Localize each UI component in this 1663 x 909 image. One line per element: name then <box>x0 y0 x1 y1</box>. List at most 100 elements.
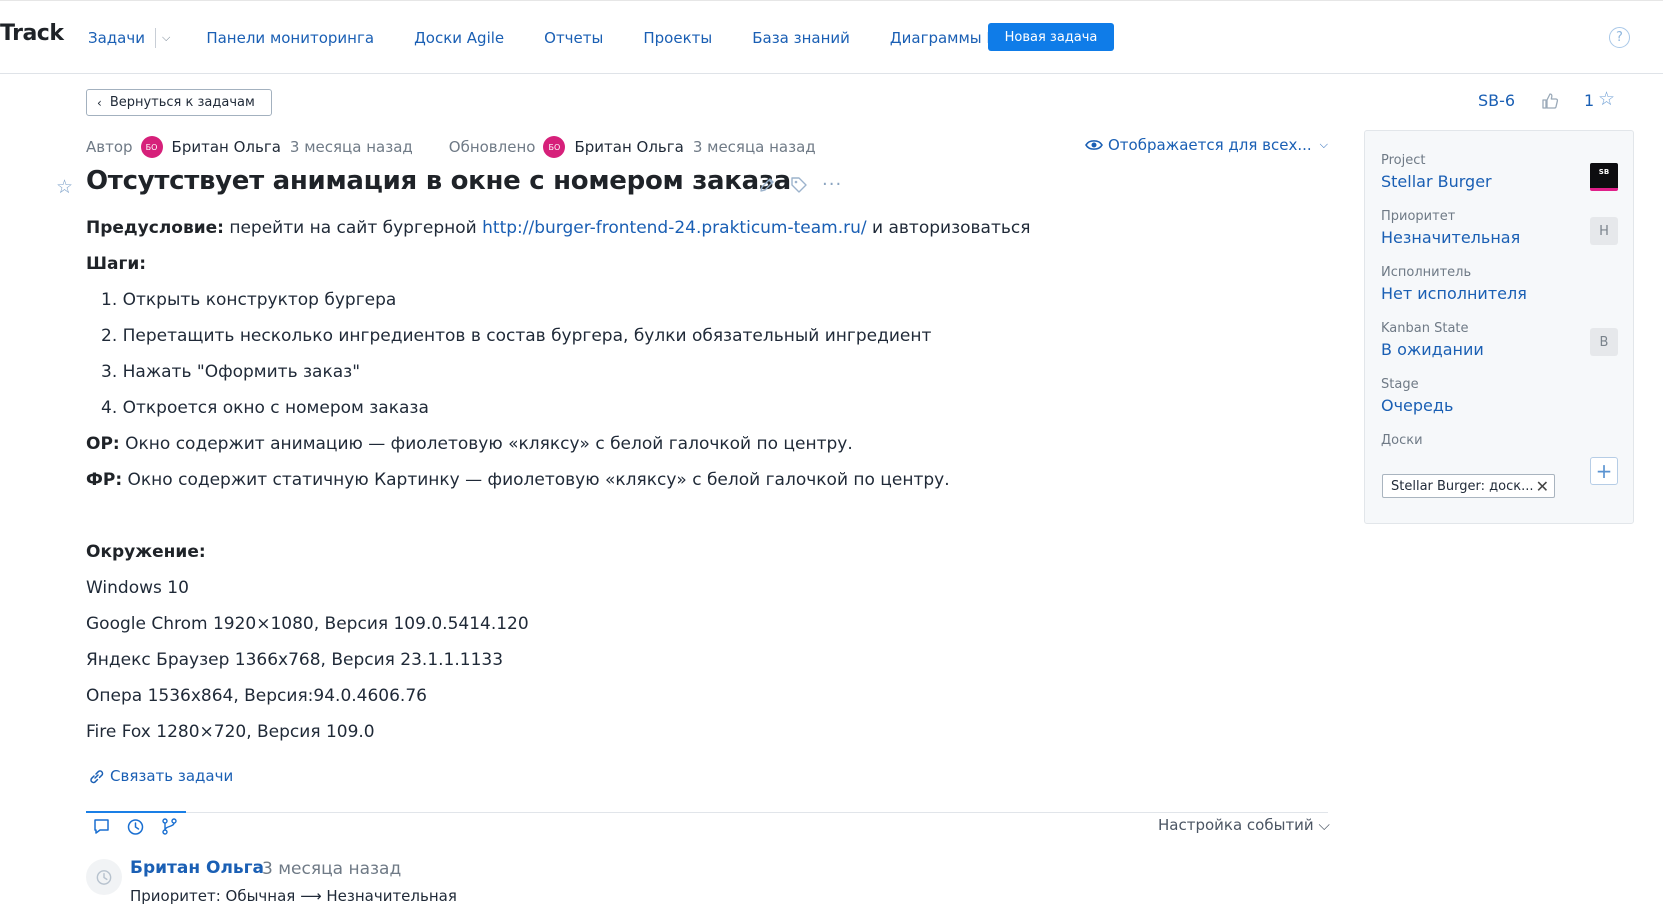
field-value[interactable]: Очередь <box>1381 396 1453 415</box>
link-tasks-label: Связать задачи <box>110 767 234 785</box>
field-value[interactable]: Нет исполнителя <box>1381 284 1527 303</box>
activity-author[interactable]: Британ Ольга <box>130 858 264 878</box>
kanban-badge: В <box>1590 328 1618 356</box>
event-settings-dropdown[interactable]: Настройка событий ⌵ <box>1158 816 1330 834</box>
list-item: 3. Нажать "Оформить заказ" <box>101 362 361 382</box>
actual-result-line: ФР: Окно содержит статичную Картинку — ф… <box>86 462 1316 498</box>
chevron-left-icon: ‹ <box>97 95 102 110</box>
comment-icon[interactable] <box>92 817 111 836</box>
field-label: Project <box>1381 153 1426 168</box>
star-icon[interactable]: ☆ <box>56 176 73 198</box>
thumbs-up-icon[interactable] <box>1540 91 1560 111</box>
field-label: Stage <box>1381 377 1419 392</box>
field-label: Kanban State <box>1381 321 1469 336</box>
title-tools: ··· <box>758 176 842 194</box>
field-boards: Доски <box>1381 433 1423 448</box>
board-tag-label: Stellar Burger: доск... <box>1391 478 1534 494</box>
close-icon[interactable]: ✕ <box>1536 477 1549 496</box>
field-value[interactable]: Незначительная <box>1381 228 1520 247</box>
environment-label: Окружение: <box>86 542 206 562</box>
avatar[interactable]: БО <box>140 136 163 158</box>
priority-badge: Н <box>1590 217 1618 245</box>
main-nav: Задачи ⌵ Панели мониторинга Доски Agile … <box>88 27 1073 49</box>
help-icon[interactable]: ? <box>1609 27 1630 48</box>
environment-item: Опера 1536x864, Версия:94.0.4606.76 <box>86 686 427 706</box>
field-value[interactable]: В ожидании <box>1381 340 1484 359</box>
field-label: Приоритет <box>1381 209 1456 224</box>
precondition-link[interactable]: http://burger-frontend-24.prakticum-team… <box>482 218 867 238</box>
activity-tab-indicator <box>86 811 186 813</box>
back-to-tasks-label: Вернуться к задачам <box>109 95 255 110</box>
actual-text: Окно содержит статичную Картинку — фиоле… <box>122 470 950 490</box>
board-tag[interactable]: Stellar Burger: доск... ✕ <box>1382 474 1555 498</box>
nav-tasks[interactable]: Задачи ⌵ <box>88 28 170 48</box>
new-task-button[interactable]: Новая задача <box>988 23 1114 51</box>
environment-item: Google Chrom 1920×1080, Версия 109.0.541… <box>86 614 529 634</box>
activity-divider <box>86 812 1328 813</box>
issue-fields-panel: Project Stellar Burger SB Приоритет Незн… <box>1364 130 1634 524</box>
nav-tasks-label[interactable]: Задачи <box>88 29 145 47</box>
field-priority[interactable]: Приоритет Незначительная <box>1381 209 1520 247</box>
field-label: Доски <box>1381 433 1423 448</box>
list-item: 4. Откроется окно с номером заказа <box>101 398 429 418</box>
issue-description: Предусловие: перейти на сайт бургерной h… <box>86 210 1316 750</box>
visibility-label: Отображается для всех... <box>1108 136 1312 154</box>
star-icon[interactable]: ☆ <box>1598 88 1615 110</box>
author-name[interactable]: Британ Ольга <box>172 138 281 156</box>
more-icon[interactable]: ··· <box>822 176 842 194</box>
history-icon[interactable] <box>126 817 145 836</box>
tag-icon[interactable] <box>790 176 808 194</box>
history-icon <box>86 859 122 895</box>
issue-id[interactable]: SB-6 <box>1478 91 1515 110</box>
precondition-line: Предусловие: перейти на сайт бургерной h… <box>86 210 1316 246</box>
environment-item: Windows 10 <box>86 578 189 598</box>
environment-item: Яндекс Браузер 1366x768, Версия 23.1.1.1… <box>86 650 504 670</box>
list-item: 1. Открыть конструктор бургера <box>101 290 397 310</box>
chevron-down-icon: ⌵ <box>1319 138 1328 151</box>
steps-heading: Шаги: <box>86 246 1316 282</box>
chevron-down-icon[interactable]: ⌵ <box>162 31 170 45</box>
field-stage[interactable]: Stage Очередь <box>1381 377 1453 415</box>
avatar[interactable]: БО <box>543 136 566 158</box>
precondition-text: перейти на сайт бургерной <box>223 218 483 238</box>
updated-label: Обновлено <box>448 138 536 156</box>
environment-item: Fire Fox 1280×720, Версия 109.0 <box>86 722 375 742</box>
actual-label: ФР: <box>86 470 123 490</box>
field-kanban-state[interactable]: Kanban State В ожидании <box>1381 321 1484 359</box>
nav-reports[interactable]: Отчеты <box>544 29 603 47</box>
plus-icon[interactable]: + <box>1590 457 1618 485</box>
eye-icon <box>1085 140 1103 150</box>
field-value[interactable]: Stellar Burger <box>1381 172 1492 191</box>
top-navigation-bar: Track Задачи ⌵ Панели мониторинга Доски … <box>0 0 1663 74</box>
chevron-down-icon: ⌵ <box>1318 816 1330 834</box>
steps-label: Шаги: <box>86 254 147 274</box>
visibility-dropdown[interactable]: Отображается для всех... ⌵ <box>1085 136 1328 154</box>
back-to-tasks-button[interactable]: ‹ Вернуться к задачам <box>86 89 272 116</box>
field-project[interactable]: Project Stellar Burger <box>1381 153 1492 191</box>
page-title[interactable]: Отсутствует анимация в окне с номером за… <box>86 166 791 196</box>
pencil-icon[interactable] <box>758 176 776 194</box>
list-item: 2. Перетащить несколько ингредиентов в с… <box>101 326 932 346</box>
updater-name[interactable]: Британ Ольга <box>574 138 683 156</box>
expected-label: ОР: <box>86 434 120 454</box>
environment-heading: Окружение: <box>86 534 1316 570</box>
event-settings-label: Настройка событий <box>1158 816 1314 834</box>
activity-time: 3 месяца назад <box>262 859 402 879</box>
project-logo: SB <box>1590 163 1618 191</box>
activity-change: Приоритет: Обычная ⟶ Незначительная <box>130 887 457 905</box>
nav-dashboards[interactable]: Панели мониторинга <box>206 29 374 47</box>
expected-text: Окно содержит анимацию — фиолетовую «кля… <box>119 434 853 454</box>
field-label: Исполнитель <box>1381 265 1472 280</box>
nav-knowledge-base[interactable]: База знаний <box>752 29 850 47</box>
field-assignee[interactable]: Исполнитель Нет исполнителя <box>1381 265 1527 303</box>
nav-divider <box>154 28 156 48</box>
link-icon <box>90 769 104 783</box>
precondition-tail: и авторизоваться <box>866 218 1031 238</box>
branch-icon[interactable] <box>160 817 179 836</box>
nav-projects[interactable]: Проекты <box>643 29 712 47</box>
nav-agile-boards[interactable]: Доски Agile <box>414 29 504 47</box>
expected-result-line: ОР: Окно содержит анимацию — фиолетовую … <box>86 426 1316 462</box>
app-logo[interactable]: Track <box>0 21 64 46</box>
link-tasks-button[interactable]: Связать задачи <box>88 767 233 785</box>
